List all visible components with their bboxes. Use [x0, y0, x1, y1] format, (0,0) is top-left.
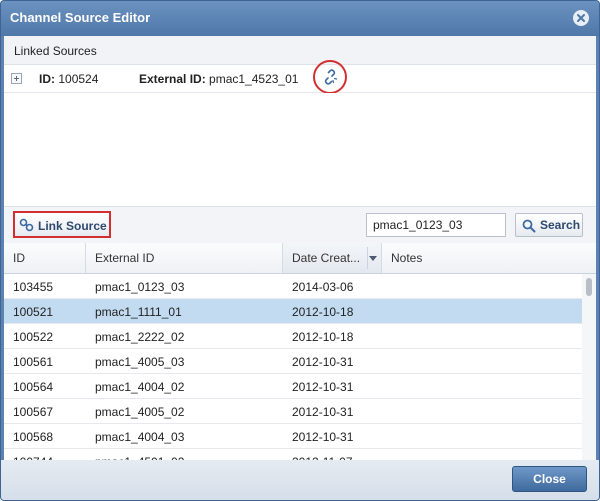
magnifier-icon: [522, 219, 536, 233]
table-row[interactable]: 100568 pmac1_4004_03 2012-10-31: [4, 424, 582, 449]
column-menu-divider: [367, 247, 368, 269]
link-source-label: Link Source: [38, 219, 107, 233]
vertical-scrollbar[interactable]: [582, 274, 596, 460]
cell-id: 103455: [13, 280, 54, 294]
cell-date-created: 2012-10-31: [292, 355, 354, 369]
close-button[interactable]: Close: [512, 466, 587, 492]
unlink-button[interactable]: [313, 60, 347, 94]
linked-external-id-label: External ID:: [139, 72, 206, 86]
cell-id: 100568: [13, 430, 54, 444]
search-label: Search: [540, 218, 581, 232]
channel-source-editor-dialog: Channel Source Editor Linked Sources ID:…: [0, 0, 600, 501]
table-row[interactable]: 100522 pmac1_2222_02 2012-10-18: [4, 324, 582, 349]
column-header-date-created[interactable]: Date Creat...: [283, 243, 382, 273]
linked-sources-empty-area: [4, 93, 596, 206]
cell-id: 100561: [13, 355, 54, 369]
table-row[interactable]: 100561 pmac1_4005_03 2012-10-31: [4, 349, 582, 374]
sort-dropdown-icon[interactable]: [369, 256, 377, 261]
cell-date-created: 2012-10-31: [292, 430, 354, 444]
linked-id: ID: 100524: [39, 72, 98, 86]
cell-external-id: pmac1_2222_02: [95, 330, 185, 344]
cell-id: 100564: [13, 380, 54, 394]
cell-external-id: pmac1_1111_01: [95, 305, 182, 319]
linked-external-id: External ID: pmac1_4523_01: [139, 72, 298, 86]
cell-date-created: 2012-10-31: [292, 405, 354, 419]
column-header-date-created-label: Date Creat...: [292, 251, 361, 265]
search-button[interactable]: Search: [515, 213, 583, 237]
link-source-button[interactable]: Link Source: [13, 211, 111, 238]
linked-source-row: ID: 100524 External ID: pmac1_4523_01: [4, 60, 596, 94]
table-row-partial[interactable]: 100744 pmac1_4501_02 2012-11-07: [4, 449, 582, 460]
grid-body: 103455 pmac1_0123_03 2014-03-06 100521 p…: [4, 274, 596, 460]
toolbar: Link Source Search: [4, 206, 596, 244]
cell-id: 100521: [13, 305, 54, 319]
table-row[interactable]: 100567 pmac1_4005_02 2012-10-31: [4, 399, 582, 424]
grid-header: ID External ID Date Creat... Notes: [4, 243, 596, 274]
cell-date-created: 2012-10-18: [292, 330, 354, 344]
title-bar[interactable]: Channel Source Editor: [1, 1, 599, 36]
cell-date-created: 2014-03-06: [292, 280, 354, 294]
cell-external-id: pmac1_4004_03: [95, 430, 185, 444]
cell-external-id: pmac1_4005_02: [95, 405, 185, 419]
cell-external-id: pmac1_4004_02: [95, 380, 185, 394]
linked-sources-header: Linked Sources: [4, 36, 596, 65]
dialog-title: Channel Source Editor: [10, 10, 151, 25]
cell-external-id: pmac1_4005_03: [95, 355, 185, 369]
linked-id-label: ID:: [39, 72, 55, 86]
expand-icon[interactable]: [11, 73, 22, 84]
column-header-notes[interactable]: Notes: [382, 243, 596, 273]
scrollbar-thumb[interactable]: [586, 278, 592, 296]
cell-external-id: pmac1_0123_03: [95, 280, 185, 294]
dialog-content: Linked Sources ID: 100524 External ID: p…: [4, 36, 596, 460]
cell-date-created: 2012-10-31: [292, 380, 354, 394]
cell-date-created: 2012-10-18: [292, 305, 354, 319]
linked-id-value: 100524: [58, 72, 99, 86]
cell-id: 100567: [13, 405, 54, 419]
search-input[interactable]: [366, 213, 506, 237]
unlink-chain-icon: [324, 69, 338, 85]
column-header-id[interactable]: ID: [4, 243, 86, 273]
close-circle-icon[interactable]: [573, 10, 589, 26]
link-chain-icon: [19, 218, 34, 232]
dialog-footer: Close: [1, 460, 599, 500]
linked-external-id-value: pmac1_4523_01: [209, 72, 299, 86]
cell-id: 100522: [13, 330, 54, 344]
table-row[interactable]: 103455 pmac1_0123_03 2014-03-06: [4, 274, 582, 299]
linked-sources-title: Linked Sources: [14, 44, 97, 58]
table-row[interactable]: 100564 pmac1_4004_02 2012-10-31: [4, 374, 582, 399]
column-header-external-id[interactable]: External ID: [86, 243, 283, 273]
table-row-selected[interactable]: 100521 pmac1_1111_01 2012-10-18: [4, 299, 582, 324]
